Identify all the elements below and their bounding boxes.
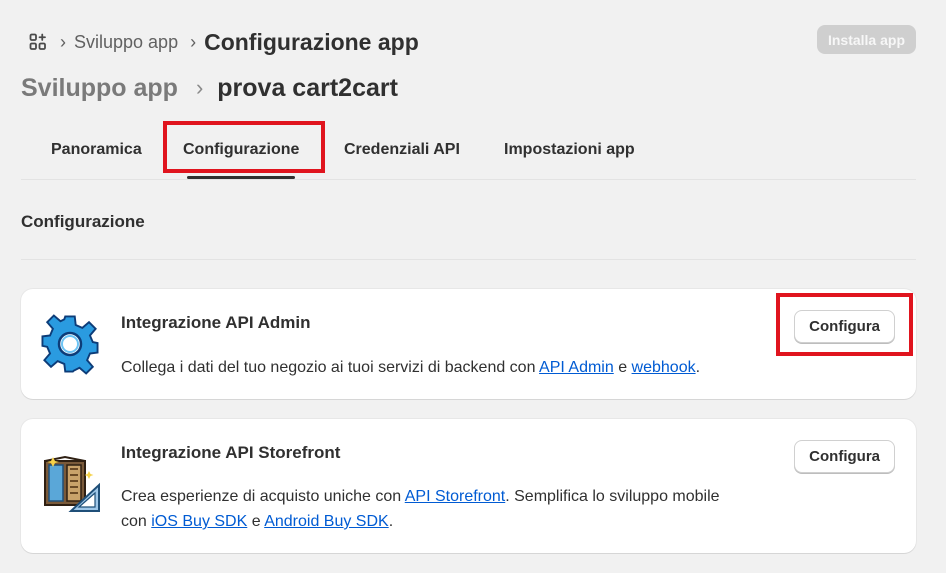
tab-panoramica[interactable]: Panoramica — [51, 124, 142, 176]
card-title: Integrazione API Admin — [121, 313, 311, 332]
api-storefront-link[interactable]: API Storefront — [405, 488, 506, 505]
card-description: Crea esperienze di acquisto uniche con A… — [121, 484, 741, 534]
breadcrumb-current: Configurazione app — [204, 28, 419, 55]
desc-text: e — [247, 513, 265, 530]
tab-impostazioni-app[interactable]: Impostazioni app — [504, 124, 635, 176]
page-title: Sviluppo app › prova cart2cart — [21, 72, 398, 104]
section-divider — [21, 259, 916, 260]
webhook-link[interactable]: webhook — [632, 359, 696, 376]
android-buy-sdk-link[interactable]: Android Buy SDK — [264, 513, 389, 530]
card-title: Integrazione API Storefront — [121, 443, 341, 462]
tab-credenziali-api[interactable]: Credenziali API — [344, 124, 460, 176]
desc-text: . — [388, 513, 394, 530]
app-name: prova cart2cart — [217, 73, 398, 102]
section-title: Configurazione — [21, 212, 145, 231]
apps-icon[interactable] — [28, 32, 48, 52]
title-parent-link[interactable]: Sviluppo app — [21, 74, 178, 103]
chevron-right-icon: › — [190, 31, 197, 52]
breadcrumb: › Sviluppo app › Configurazione app — [28, 28, 419, 56]
desc-text: Crea esperienze di acquisto uniche con — [121, 488, 405, 505]
api-admin-link[interactable]: API Admin — [539, 359, 614, 376]
card-api-storefront: Integrazione API Storefront Crea esperie… — [21, 419, 916, 553]
desc-text: Collega i dati del tuo negozio ai tuoi s… — [121, 359, 540, 376]
chevron-right-icon: › — [195, 75, 204, 100]
ios-buy-sdk-link[interactable]: iOS Buy SDK — [151, 513, 247, 530]
chevron-right-icon: › — [60, 31, 66, 52]
install-app-button[interactable]: Installa app — [816, 25, 916, 54]
configure-storefront-button[interactable]: Configura — [794, 440, 895, 473]
desc-text: . — [695, 359, 701, 376]
highlight-box-button — [776, 293, 913, 356]
gear-icon — [39, 313, 101, 380]
highlight-box-tab — [163, 121, 325, 173]
card-description: Collega i dati del tuo negozio ai tuoi s… — [121, 355, 761, 380]
storefront-icon — [39, 455, 103, 524]
breadcrumb-parent-link[interactable]: Sviluppo app — [74, 32, 178, 53]
tab-bar: Panoramica Configurazione Credenziali AP… — [21, 124, 916, 180]
desc-text: e — [613, 359, 632, 376]
